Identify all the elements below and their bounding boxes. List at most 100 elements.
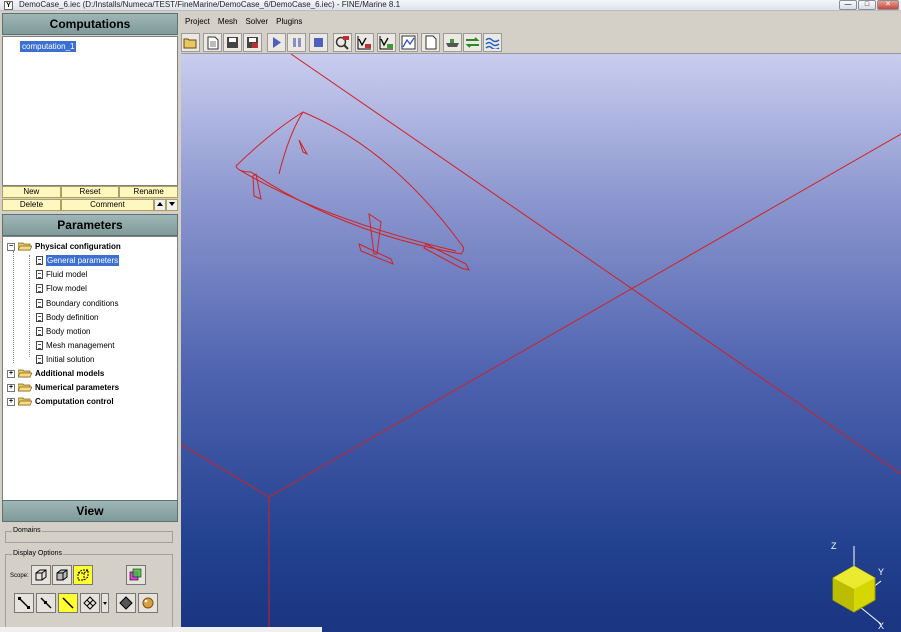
3d-viewport[interactable]: Z Y X [181,54,901,632]
stop-icon [314,38,323,47]
grid-icon [83,596,97,610]
tree-node-general-parameters[interactable]: General parameters [36,255,120,266]
display-surface-button[interactable] [116,593,136,613]
transfer-icon [465,37,480,48]
delete-button[interactable]: Delete [2,199,61,211]
hull-outline [278,111,304,175]
folder-icon [18,383,32,392]
run-button[interactable] [267,33,286,52]
computations-list[interactable]: computation_1 [2,36,178,186]
computations-header: Computations [2,13,178,35]
plot-residual-button[interactable] [355,33,374,52]
tree-node-boundary-conditions[interactable]: Boundary conditions [36,298,119,309]
scope-label: Scope: [10,573,29,579]
display-options-label: Display Options [12,550,64,557]
edges-icon [18,597,30,609]
plot-quantity-icon [379,36,393,50]
document-icon [36,355,43,364]
status-strip [0,627,322,632]
expand-icon[interactable]: + [7,383,15,392]
plot-quantity-button[interactable] [377,33,396,52]
expand-icon[interactable]: + [7,369,15,378]
rename-button[interactable]: Rename [119,186,179,198]
display-render-button[interactable] [138,593,158,613]
document-icon [425,35,437,50]
view-header: View [2,500,178,522]
display-edges-button[interactable] [14,593,34,613]
graph-button[interactable] [399,33,418,52]
cube-wire-icon [35,569,47,581]
new-file-button[interactable] [203,33,222,52]
tree-node-fluid-model[interactable]: Fluid model [36,269,87,280]
move-up-button[interactable] [154,199,166,211]
maximize-button[interactable]: □ [858,0,876,10]
folder-icon [18,369,32,378]
arrow-down-icon [169,202,175,206]
tree-node-body-motion[interactable]: Body motion [36,326,90,337]
menu-mesh[interactable]: Mesh [218,17,238,26]
document-icon [36,256,43,265]
chevron-down-icon [103,602,107,605]
arrow-up-icon [157,202,163,206]
cube-all-icon [77,569,89,581]
hull-outline [237,168,457,252]
tree-node-computation-control[interactable]: + Computation control [7,396,114,407]
collapse-icon[interactable]: − [7,242,15,251]
menu-plugins[interactable]: Plugins [276,17,302,26]
document-icon [36,313,43,322]
tree-node-physical-configuration[interactable]: − Physical configuration [7,241,121,252]
scope-solid-button[interactable] [52,565,72,585]
expand-icon[interactable]: + [7,397,15,406]
reset-button[interactable]: Reset [60,186,120,198]
surface-icon [119,596,133,610]
save-icon [227,37,238,48]
document-icon [36,299,43,308]
wave-button[interactable] [483,33,502,52]
ship-button[interactable] [443,33,462,52]
display-grid-button[interactable] [80,593,100,613]
tree-node-mesh-management[interactable]: Mesh management [36,340,114,351]
color-cube-button[interactable] [126,565,146,585]
document-icon [36,341,43,350]
menu-solver[interactable]: Solver [245,17,268,26]
run-icon [273,37,281,48]
tree-node-initial-solution[interactable]: Initial solution [36,354,94,365]
new-button[interactable]: New [2,186,61,198]
folder-icon [18,397,32,406]
move-down-button[interactable] [166,199,178,211]
hull-outline [235,111,464,255]
document-button[interactable] [421,33,440,52]
monitor-button[interactable] [333,33,352,52]
grid-options-dropdown[interactable] [101,593,109,613]
render-icon [142,597,154,609]
tree-node-body-definition[interactable]: Body definition [36,312,98,323]
document-icon [36,284,43,293]
scope-all-button[interactable] [73,565,93,585]
comment-button[interactable]: Comment [60,199,154,211]
graph-icon [401,35,416,50]
display-lines-button[interactable] [36,593,56,613]
folder-open-icon [18,242,32,251]
domains-label: Domains [12,527,42,534]
computation-item[interactable]: computation_1 [20,41,77,52]
scope-wire-button[interactable] [31,565,51,585]
save-as-button[interactable] [243,33,262,52]
display-curve-button[interactable] [58,593,78,613]
transfer-button[interactable] [463,33,482,52]
display-options-group: Display Options Scope: [5,550,173,629]
pause-button[interactable] [287,33,306,52]
tree-node-additional-models[interactable]: + Additional models [7,368,104,379]
open-project-button[interactable] [181,33,200,52]
domains-group: Domains [5,527,173,543]
tree-node-flow-model[interactable]: Flow model [36,283,87,294]
domain-edge [290,54,901,475]
save-button[interactable] [223,33,242,52]
color-cube-icon [129,568,142,581]
close-button[interactable]: ✕ [877,0,899,10]
stop-button[interactable] [309,33,328,52]
pause-icon [293,38,301,47]
minimize-button[interactable]: — [839,0,857,10]
menu-bar: Project Mesh Solver Plugins [181,11,901,31]
menu-project[interactable]: Project [185,17,210,26]
tree-node-numerical-parameters[interactable]: + Numerical parameters [7,382,119,393]
